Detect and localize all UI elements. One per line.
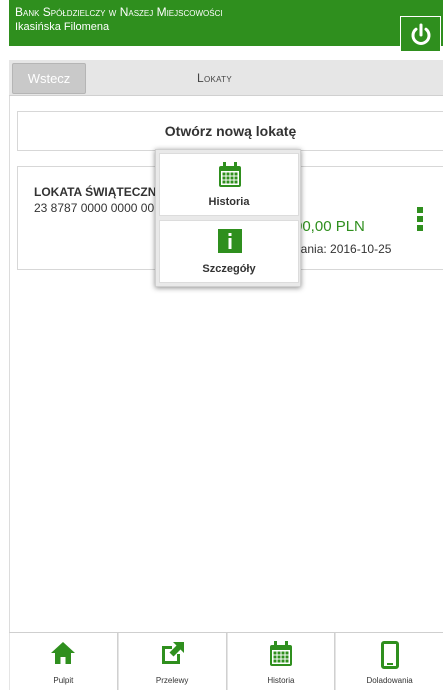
calendar-icon [269,641,292,666]
mobile-icon [380,641,399,669]
menu-item-history[interactable]: Historia [159,153,299,216]
menu-item-details-label: Szczegóły [202,263,256,275]
menu-item-history-label: Historia [208,196,250,208]
nav-item-label: Doladowania [366,676,413,685]
back-button[interactable]: Wstecz [12,63,86,94]
bottom-navigation: Pulpit Przelewy Historia Doladowania [9,632,443,690]
logout-button[interactable] [400,16,441,52]
deposit-account-number: 23 8787 0000 0000 00 [34,201,155,215]
kebab-icon[interactable] [415,207,425,237]
nav-item-label: Przelewy [155,676,189,685]
calendar-icon [219,162,241,187]
deposit-name: LOKATA ŚWIĄTECZN [34,185,157,199]
page-title: Lokaty [197,71,232,85]
home-icon [51,642,76,664]
deposit-amount: 00,00 PLN [294,218,365,235]
nav-item-label: Pulpit [53,676,74,685]
power-icon [411,23,431,45]
bank-name: Bank Spółdzielczy w Naszej Miejscowości [15,5,223,19]
deposit-date: dania: 2016-10-25 [294,242,392,256]
app-header: Bank Spółdzielczy w Naszej Miejscowości … [9,0,443,46]
user-name: Ikasińska Filomena [15,21,110,33]
nav-item-label: Historia [267,676,295,685]
menu-item-details[interactable]: Szczegóły [159,220,299,283]
nav-item-history[interactable]: Historia [226,633,336,690]
nav-item-topups[interactable]: Doladowania [335,633,443,690]
open-new-deposit-button[interactable]: Otwórz nową lokatę [17,111,443,151]
external-link-icon [162,642,185,664]
info-icon [218,229,242,253]
context-menu: Historia Szczegóły [155,149,301,287]
nav-item-pulpit[interactable]: Pulpit [9,633,118,690]
navigation-bar: Wstecz Lokaty [9,60,443,96]
nav-item-transfers[interactable]: Przelewy [117,633,227,690]
